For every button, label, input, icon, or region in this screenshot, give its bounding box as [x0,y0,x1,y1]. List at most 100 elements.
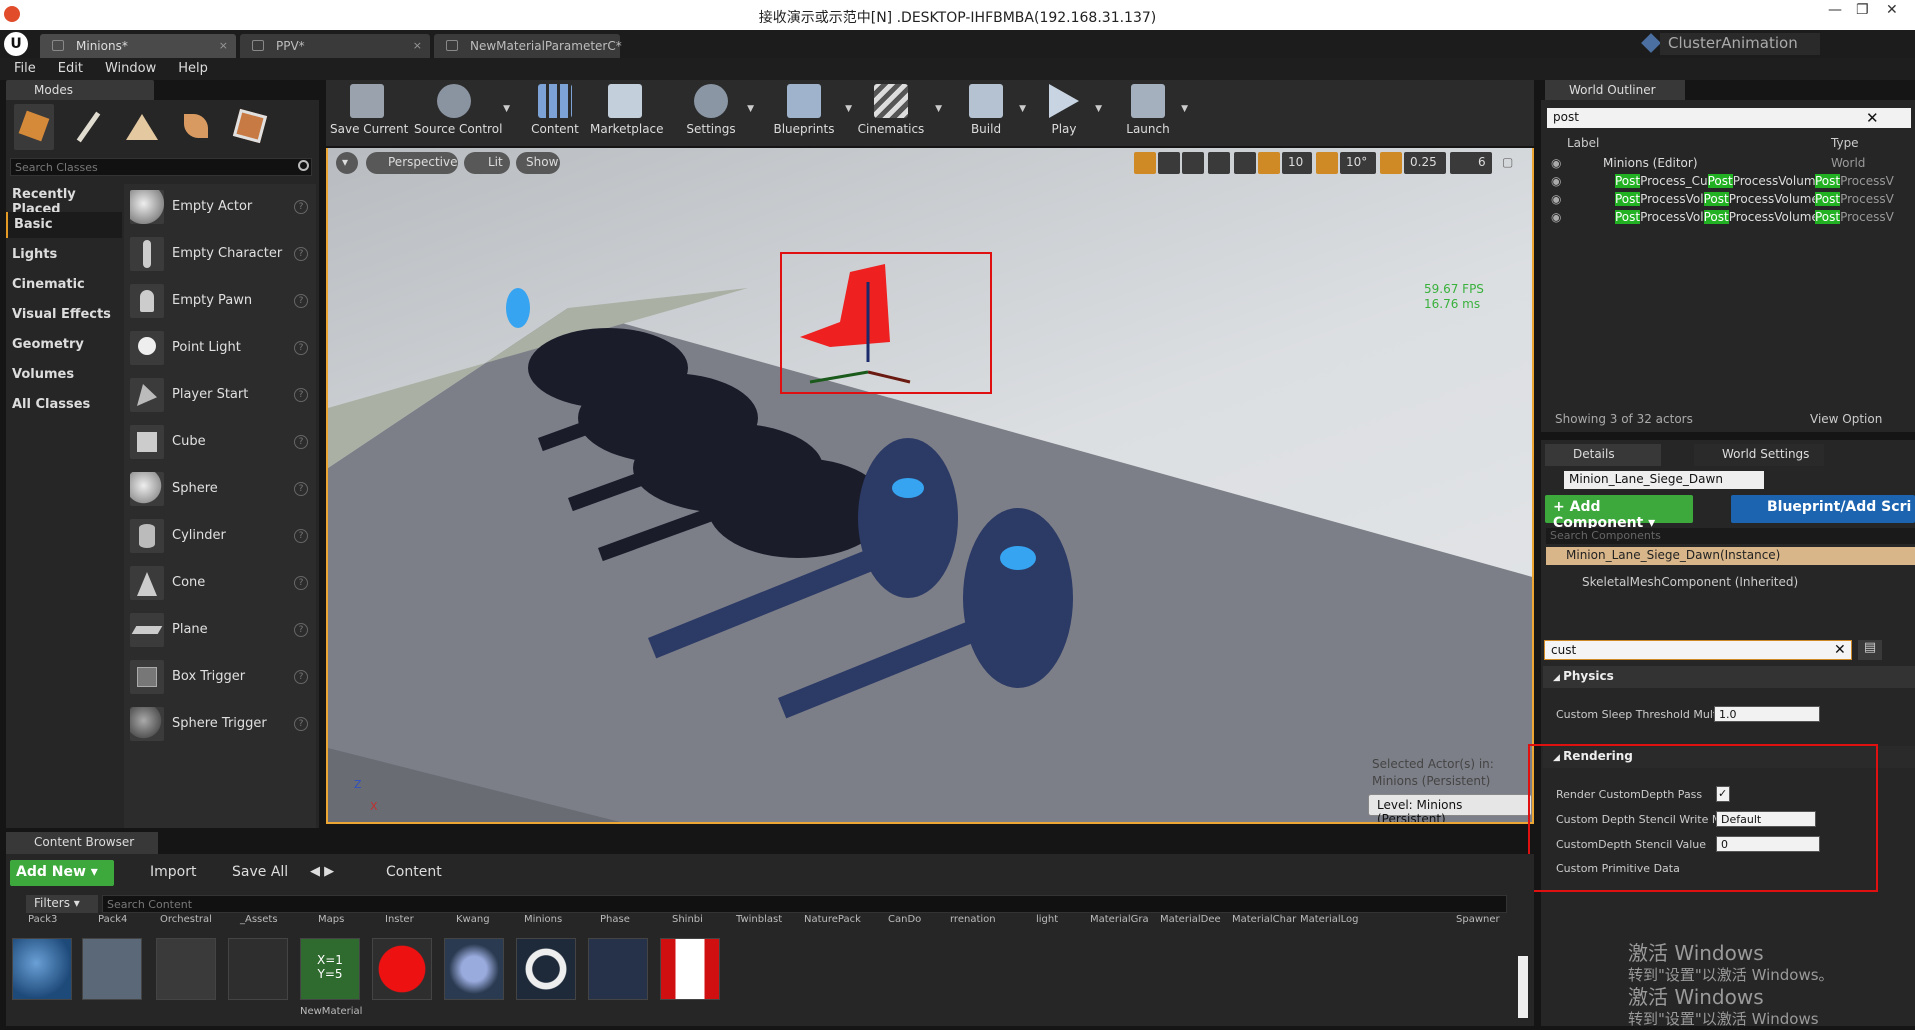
class-item-empty-character[interactable]: Empty Character? [124,231,316,278]
chevron-down-icon[interactable]: ▼ [1095,104,1102,114]
class-item-empty-actor[interactable]: Empty Actor? [124,184,316,231]
column-type[interactable]: Type [1831,136,1859,150]
grid-snap-icon[interactable] [1258,152,1280,174]
folder-label[interactable]: Phase [600,914,630,925]
class-item-sphere[interactable]: Sphere? [124,466,316,513]
help-icon[interactable]: ? [294,717,308,731]
scale-snap-value[interactable]: 0.25 [1404,152,1446,174]
viewport-options-icon[interactable]: ▾ [336,152,358,174]
blueprints-button[interactable]: Blueprints ▼ [772,80,852,146]
folder-label[interactable]: Pack4 [98,914,127,925]
help-icon[interactable]: ? [294,294,308,308]
search-components-input[interactable]: Search Components [1546,528,1915,544]
scale-snap-icon[interactable] [1380,152,1402,174]
filters-button[interactable]: Filters ▾ [26,895,98,913]
property-matrix-icon[interactable]: ▤ [1858,640,1882,660]
menu-window[interactable]: Window [91,58,164,76]
class-item-player-start[interactable]: Player Start? [124,372,316,419]
restore-icon[interactable]: ❐ [1856,2,1869,18]
folder-label[interactable]: Pack3 [28,914,57,925]
help-icon[interactable]: ? [294,388,308,402]
history-back-forward[interactable]: ◀ ▶ [310,864,334,879]
class-item-point-light[interactable]: Point Light? [124,325,316,372]
asset-material-sphere[interactable] [12,938,72,1000]
folder-label[interactable]: rrenation [950,914,996,925]
tab-details[interactable]: Details [1545,444,1661,466]
landscape-mode-icon[interactable] [122,104,162,150]
category-cinematic[interactable]: Cinematic [6,272,122,298]
launch-button[interactable]: Launch ▼ [1124,80,1188,146]
folder-label[interactable]: MaterialLog [1300,914,1359,925]
content-search-input[interactable]: Search Content [102,895,1507,913]
folder-label[interactable]: MaterialChar [1232,914,1296,925]
rotation-snap-value[interactable]: 10° [1340,152,1376,174]
scale-icon[interactable] [1182,152,1204,174]
component-root[interactable]: Minion_Lane_Siege_Dawn(Instance) [1546,547,1915,565]
outliner-row[interactable]: ◉ PostProcessVolPostProcessVolume PostPr… [1543,210,1915,228]
folder-label[interactable]: Kwang [456,914,490,925]
folder-label[interactable]: Twinblast [736,914,782,925]
geometry-mode-icon[interactable] [230,104,270,150]
folder-label[interactable]: NaturePack [804,914,861,925]
save-current-button[interactable]: Save Current [330,80,408,146]
folder-label[interactable]: Orchestral [160,914,212,925]
content-button[interactable]: Content [526,80,584,146]
eye-icon[interactable]: ◉ [1551,156,1561,170]
category-recently-placed[interactable]: Recently Placed [6,182,122,217]
menu-help[interactable]: Help [164,58,216,76]
world-local-icon[interactable] [1208,152,1230,174]
eye-icon[interactable]: ◉ [1551,210,1561,224]
tab-modes[interactable]: Modes [6,80,154,102]
breadcrumb-content[interactable]: Content [386,864,442,880]
clear-search-icon[interactable]: ✕ [1866,109,1879,127]
folder-label[interactable]: _Assets [240,914,278,925]
add-new-button[interactable]: Add New ▾ [10,860,114,886]
chevron-down-icon[interactable]: ▼ [503,104,510,114]
class-item-plane[interactable]: Plane? [124,607,316,654]
component-skeletal-mesh[interactable]: SkeletalMeshComponent (Inherited) [1582,575,1798,589]
play-button[interactable]: Play ▼ [1042,80,1102,146]
foliage-mode-icon[interactable] [176,104,216,150]
paint-mode-icon[interactable] [68,104,108,150]
save-all-button[interactable]: Save All [232,864,288,880]
camera-speed-button[interactable]: 6 [1450,152,1492,174]
asset-widget-icon[interactable] [156,938,216,1000]
help-icon[interactable]: ? [294,435,308,449]
folder-label[interactable]: MaterialGra [1090,914,1149,925]
category-all-classes[interactable]: All Classes [6,392,122,418]
outliner-row[interactable]: ◉ PostProcess_CuPostProcessVolume PostPr… [1543,174,1915,192]
asset-texture-icon[interactable] [444,938,504,1000]
category-visual-effects[interactable]: Visual Effects [6,302,122,328]
class-item-sphere-trigger[interactable]: Sphere Trigger? [124,701,316,748]
folder-label[interactable]: Inster [385,914,414,925]
category-basic[interactable]: Basic [6,212,122,238]
sleep-threshold-input[interactable]: 1.0 [1714,706,1820,722]
clear-search-icon[interactable]: ✕ [1834,642,1846,658]
folder-label[interactable]: Shinbi [672,914,703,925]
level-viewport[interactable]: ▾ Perspective Lit Show 10 10° 0.25 6 ▢ 5… [326,148,1534,824]
add-component-button[interactable]: + Add Component ▾ [1545,495,1693,531]
minimize-icon[interactable]: — [1828,2,1842,18]
tab-world-outliner[interactable]: World Outliner [1545,80,1685,102]
class-item-box-trigger[interactable]: Box Trigger? [124,654,316,701]
category-volumes[interactable]: Volumes [6,362,122,388]
chevron-down-icon[interactable]: ▼ [1181,104,1188,114]
menu-file[interactable]: File [0,58,44,76]
folder-label[interactable]: MaterialDee [1160,914,1221,925]
build-button[interactable]: Build ▼ [962,80,1026,146]
column-label[interactable]: Label [1567,136,1599,150]
asset-skeleton-icon[interactable] [588,938,648,1000]
help-icon[interactable]: ? [294,576,308,590]
asset-red-material[interactable] [372,938,432,1000]
help-icon[interactable]: ? [294,341,308,355]
help-icon[interactable]: ? [294,247,308,261]
help-icon[interactable]: ? [294,623,308,637]
tab-world-settings[interactable]: World Settings [1694,444,1824,466]
folder-label[interactable]: light [1036,914,1058,925]
tab-material-param[interactable]: NewMaterialParameterC* [434,34,622,58]
content-scrollbar[interactable] [1518,956,1528,1018]
chevron-down-icon[interactable]: ▼ [935,104,942,114]
close-icon[interactable]: ✕ [1886,2,1898,18]
details-search-input[interactable]: cust [1544,640,1852,660]
tab-content-browser[interactable]: Content Browser [6,832,158,854]
